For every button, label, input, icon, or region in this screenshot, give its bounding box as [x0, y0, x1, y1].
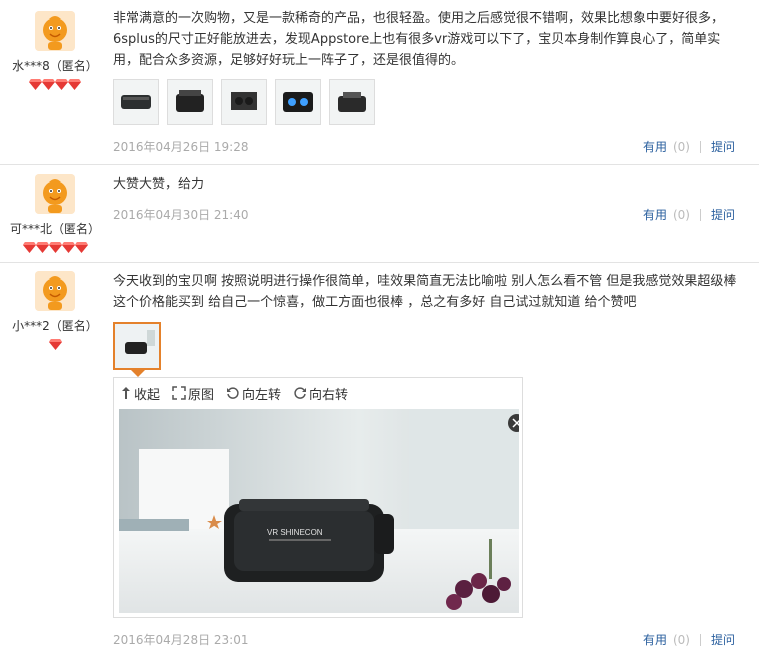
avatar[interactable]	[35, 174, 75, 214]
gem-icon	[68, 79, 81, 90]
gem-icon	[55, 79, 68, 90]
action-divider	[699, 208, 701, 221]
collapse-button[interactable]: 收起	[120, 384, 160, 403]
review-actions: 有用 (0) 提问	[643, 138, 735, 155]
gem-icon	[22, 242, 36, 253]
fullscreen-icon	[172, 386, 186, 400]
gem-icon	[35, 242, 49, 253]
review-item: 小***2（匿名） 今天收到的宝贝啊 按照说明进行操作很简单，哇效果简直无法比喻…	[0, 263, 759, 657]
action-divider	[699, 140, 701, 153]
gem-icon	[48, 242, 62, 253]
reviewer-info: 水***8（匿名）	[0, 11, 110, 91]
ask-button[interactable]: 提问	[711, 206, 735, 223]
user-level-gems	[0, 79, 110, 91]
original-image-label: 原图	[188, 387, 215, 403]
review-actions: 有用 (0) 提问	[643, 631, 735, 648]
user-level-gems	[0, 339, 110, 351]
action-divider	[699, 633, 701, 646]
selected-review-thumbnail[interactable]	[113, 322, 161, 370]
reviewer-info: 小***2（匿名）	[0, 271, 110, 351]
gem-icon	[74, 242, 88, 253]
review-thumbnail[interactable]	[113, 79, 159, 125]
rotate-left-icon	[227, 387, 239, 399]
reviewer-name: 可***北（匿名）	[9, 222, 100, 236]
user-level-gems	[0, 242, 110, 254]
useful-button[interactable]: 有用	[643, 631, 667, 648]
review-thumbnail[interactable]	[167, 79, 213, 125]
reviewer-name: 小***2（匿名）	[12, 319, 98, 333]
rotate-left-label: 向左转	[242, 387, 282, 403]
rotate-right-button[interactable]: 向右转	[293, 384, 348, 403]
useful-count: (0)	[672, 632, 690, 647]
brand-text: VR SHINECON	[267, 528, 323, 537]
review-thumbnail[interactable]	[329, 79, 375, 125]
gem-icon	[48, 339, 62, 350]
reviewer-name: 水***8（匿名）	[12, 59, 98, 73]
review-item: 可***北（匿名） 大赞大赞，给力 2016年04月30日 21:40 有用 (…	[0, 165, 759, 263]
collapse-label: 收起	[134, 387, 161, 403]
review-thumbnail[interactable]	[221, 79, 267, 125]
review-text: 大赞大赞，给力	[113, 177, 205, 192]
review-date: 2016年04月26日 19:28	[113, 140, 249, 154]
useful-button[interactable]: 有用	[643, 206, 667, 223]
review-date: 2016年04月28日 23:01	[113, 633, 249, 647]
review-thumbnails	[113, 79, 375, 125]
collapse-arrow-icon	[122, 387, 130, 399]
useful-count: (0)	[672, 207, 690, 222]
rotate-right-label: 向右转	[309, 387, 349, 403]
review-text: 今天收到的宝贝啊 按照说明进行操作很简单，哇效果简直无法比喻啦 别人怎么看不管 …	[113, 274, 737, 310]
review-photo[interactable]: VR SHINECON	[119, 409, 519, 613]
useful-count: (0)	[672, 139, 690, 154]
review-item: 水***8（匿名） 非常满意的一次购物，又是一款稀奇的产品，也很轻盈。使用之后感…	[0, 0, 759, 165]
original-image-button[interactable]: 原图	[172, 384, 214, 403]
selected-caret	[131, 370, 145, 377]
review-actions: 有用 (0) 提问	[643, 206, 735, 223]
review-text: 非常满意的一次购物，又是一款稀奇的产品，也很轻盈。使用之后感觉很不错啊，效果比想…	[113, 11, 725, 68]
useful-button[interactable]: 有用	[643, 138, 667, 155]
viewer-toolbar: 收起 原图 向左转 向右转	[114, 378, 522, 408]
avatar[interactable]	[35, 11, 75, 51]
rotate-left-button[interactable]: 向左转	[226, 384, 281, 403]
avatar[interactable]	[35, 271, 75, 311]
gem-icon	[29, 79, 42, 90]
review-thumbnail[interactable]	[275, 79, 321, 125]
gem-icon	[42, 79, 55, 90]
image-viewer: 收起 原图 向左转 向右转 VR SHINECON	[113, 377, 523, 618]
ask-button[interactable]: 提问	[711, 631, 735, 648]
reviewer-info: 可***北（匿名）	[0, 174, 110, 254]
review-date: 2016年04月30日 21:40	[113, 208, 249, 222]
rotate-right-icon	[294, 387, 307, 399]
ask-button[interactable]: 提问	[711, 138, 735, 155]
gem-icon	[61, 242, 75, 253]
